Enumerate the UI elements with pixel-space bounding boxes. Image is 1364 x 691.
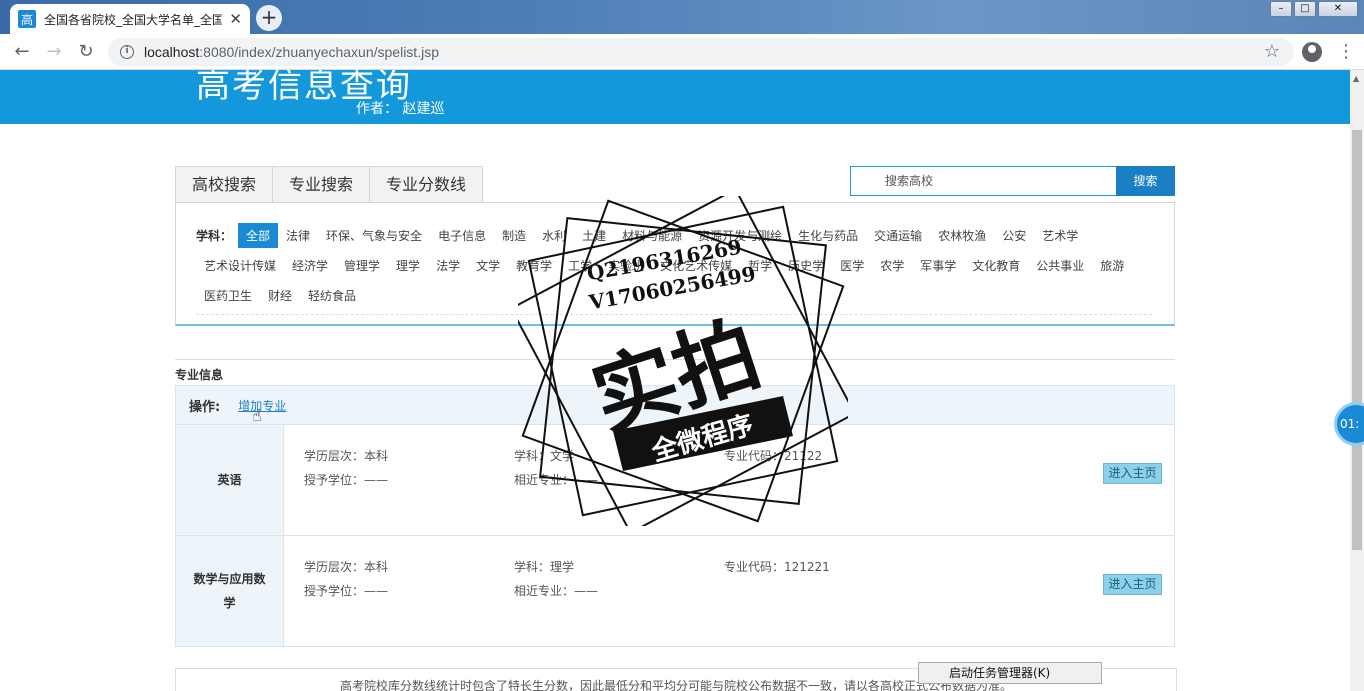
maximize-button[interactable]: □ xyxy=(1294,1,1316,17)
subject-filter-item[interactable]: 农林牧渔 xyxy=(930,223,994,248)
major-name: 英语 xyxy=(176,425,284,535)
subject-filter-item[interactable]: 财经 xyxy=(260,283,300,308)
info-icon[interactable]: i xyxy=(120,45,134,59)
enter-homepage-button[interactable]: 进入主页 xyxy=(1103,574,1162,595)
search-input[interactable]: 搜索高校 xyxy=(850,166,1117,196)
subject-filter-item[interactable]: 医药卫生 xyxy=(196,283,260,308)
task-manager-menu-item[interactable]: 启动任务管理器(K) xyxy=(918,662,1102,684)
site-header: 高考信息查询 作者： 赵建巡 xyxy=(0,70,1350,124)
subject-filter-item[interactable]: 电子信息 xyxy=(430,223,494,248)
scroll-up-icon[interactable]: ▲ xyxy=(1353,74,1359,83)
window-controls: – □ ✕ xyxy=(1270,1,1358,17)
kebab-menu-icon[interactable]: ⋮ xyxy=(1337,41,1355,63)
subject-filter-item[interactable]: 公共事业 xyxy=(1028,253,1092,278)
operations-label: 操作: xyxy=(189,399,221,415)
tab-school-search[interactable]: 高校搜索 xyxy=(176,167,274,202)
browser-titlebar: 高 全国各省院校_全国大学名单_全国 ✕ + – □ ✕ xyxy=(0,0,1364,34)
tab-close-icon[interactable]: ✕ xyxy=(229,10,242,28)
enter-homepage-button[interactable]: 进入主页 xyxy=(1103,463,1162,484)
url-path: :8080/index/zhuanyechaxun/spelist.jsp xyxy=(199,44,439,60)
major-level: 学历层次：本科 xyxy=(304,449,389,463)
major-degree: 授予学位：—— xyxy=(304,473,389,487)
back-arrow-icon[interactable]: ← xyxy=(11,41,33,63)
major-level: 学历层次：本科 xyxy=(304,560,389,574)
browser-tab[interactable]: 高 全国各省院校_全国大学名单_全国 ✕ xyxy=(10,4,250,34)
add-major-link[interactable]: 增加专业 xyxy=(238,397,286,414)
subject-filter-item[interactable]: 理学 xyxy=(388,253,428,278)
subject-filter-item[interactable]: 管理学 xyxy=(336,253,388,278)
minimize-button[interactable]: – xyxy=(1270,1,1292,17)
reload-icon[interactable]: ↻ xyxy=(75,41,97,63)
major-row: 数学与应用数学 学历层次：本科 授予学位：—— 学科：理学 相近专业：—— 专业… xyxy=(175,536,1175,647)
subject-filter-item[interactable]: 全部 xyxy=(238,223,279,248)
tab-favicon-icon: 高 xyxy=(18,10,36,28)
major-degree: 授予学位：—— xyxy=(304,584,389,598)
subject-filter-item[interactable]: 军事学 xyxy=(912,253,964,278)
subject-filter-item[interactable]: 旅游 xyxy=(1092,253,1132,278)
tab-title: 全国各省院校_全国大学名单_全国 xyxy=(44,12,222,27)
subject-filter-item[interactable]: 轻纺食品 xyxy=(300,283,364,308)
major-name: 数学与应用数学 xyxy=(176,536,284,646)
subject-filter-item[interactable]: 文化教育 xyxy=(964,253,1028,278)
browser-toolbar: ← → ↻ i localhost:8080/index/zhuanyechax… xyxy=(0,34,1364,70)
subject-label: 学科： xyxy=(196,229,233,243)
search-tabs: 高校搜索 专业搜索 专业分数线 xyxy=(175,166,484,202)
subject-filter-item[interactable]: 环保、气象与安全 xyxy=(318,223,430,248)
scroll-thumb[interactable] xyxy=(1352,130,1362,550)
tab-major-search[interactable]: 专业搜索 xyxy=(273,167,371,202)
account-icon[interactable] xyxy=(1302,42,1322,62)
tab-major-score[interactable]: 专业分数线 xyxy=(370,167,482,202)
vertical-scrollbar[interactable]: ▲ xyxy=(1350,70,1364,691)
subject-filter-item[interactable]: 经济学 xyxy=(284,253,336,278)
url-host: localhost xyxy=(144,44,200,60)
subject-filter-item[interactable]: 农学 xyxy=(872,253,912,278)
subject-filter-item[interactable]: 文学 xyxy=(468,253,508,278)
subject-filter-item[interactable]: 公安 xyxy=(994,223,1034,248)
major-code: 专业代码：121221 xyxy=(724,560,830,574)
close-window-button[interactable]: ✕ xyxy=(1318,1,1358,17)
subject-filter-item[interactable]: 交通运输 xyxy=(866,223,930,248)
subject-filter-item[interactable]: 艺术设计传媒 xyxy=(196,253,284,278)
forward-arrow-icon[interactable]: → xyxy=(43,41,65,63)
subject-filter-item[interactable]: 法律 xyxy=(278,223,318,248)
address-bar[interactable]: i localhost:8080/index/zhuanyechaxun/spe… xyxy=(108,38,1294,66)
hand-cursor-icon: ☝ xyxy=(252,406,262,425)
section-title: 专业信息 xyxy=(175,368,224,382)
subject-row-3: 医药卫生 财经 轻纺食品 xyxy=(196,283,364,308)
site-author: 作者： 赵建巡 xyxy=(356,101,445,117)
search-button[interactable]: 搜索 xyxy=(1116,166,1175,196)
new-tab-button[interactable]: + xyxy=(256,5,282,31)
subject-filter-item[interactable]: 法学 xyxy=(428,253,468,278)
bookmark-star-icon[interactable]: ☆ xyxy=(1264,41,1280,62)
subject-filter-item[interactable]: 艺术学 xyxy=(1034,223,1086,248)
major-related: 相近专业：—— xyxy=(514,584,599,598)
major-subject: 学科：理学 xyxy=(514,560,575,574)
